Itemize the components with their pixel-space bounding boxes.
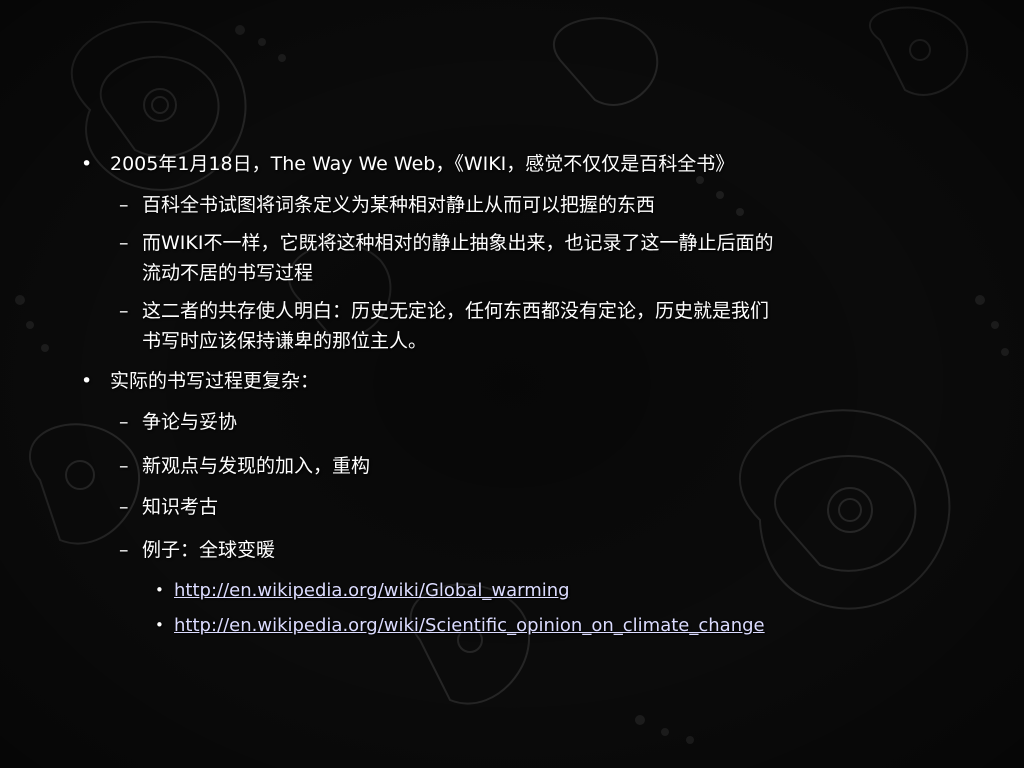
sub-item-example-global-warming: – 例子：全球变暖 bbox=[119, 535, 276, 565]
dash-marker: – bbox=[119, 411, 129, 433]
sub-item-debate: – 争论与妥协 bbox=[119, 407, 238, 437]
bullet-marker: • bbox=[81, 153, 93, 175]
sub-item-text-line1: 而WIKI不一样，它既将这种相对的静止抽象出来，也记录了这一静止后面的 bbox=[142, 232, 774, 254]
sub-item-text: 例子：全球变暖 bbox=[142, 539, 276, 561]
bullet-item-wiki-article: • 2005年1月18日，The Way We Web，《WIKI，感觉不仅仅是… bbox=[81, 149, 735, 179]
sub-item-coexistence: – 这二者的共存使人明白：历史无定论，任何东西都没有定论，历史就是我们 书写时应… bbox=[119, 296, 770, 356]
sub-item-text-line2: 流动不居的书写过程 bbox=[142, 262, 314, 284]
sub-item-encyclopedia: – 百科全书试图将词条定义为某种相对静止从而可以把握的东西 bbox=[119, 190, 656, 220]
dash-marker: – bbox=[119, 539, 129, 561]
dash-marker: – bbox=[119, 232, 129, 254]
dash-marker: – bbox=[119, 300, 129, 322]
dash-marker: – bbox=[119, 496, 129, 518]
sub-item-text-line1: 这二者的共存使人明白：历史无定论，任何东西都没有定论，历史就是我们 bbox=[142, 300, 770, 322]
link-item-climate-change: • http://en.wikipedia.org/wiki/Scientifi… bbox=[155, 610, 765, 641]
link-item-global-warming: • http://en.wikipedia.org/wiki/Global_wa… bbox=[155, 575, 570, 606]
link-global-warming[interactable]: http://en.wikipedia.org/wiki/Global_warm… bbox=[174, 580, 570, 601]
link-scientific-opinion-climate-change[interactable]: http://en.wikipedia.org/wiki/Scientific_… bbox=[174, 615, 765, 636]
slide-content: • 2005年1月18日，The Way We Web，《WIKI，感觉不仅仅是… bbox=[0, 0, 1024, 768]
sub-item-text: 争论与妥协 bbox=[142, 411, 238, 433]
sub-item-text-line2: 书写时应该保持谦卑的那位主人。 bbox=[142, 330, 428, 352]
bullet-marker: • bbox=[81, 370, 93, 392]
dash-marker: – bbox=[119, 455, 129, 477]
bullet-marker: • bbox=[155, 581, 164, 599]
sub-item-text: 知识考古 bbox=[142, 496, 219, 518]
sub-item-new-views: – 新观点与发现的加入，重构 bbox=[119, 451, 371, 481]
sub-item-knowledge-archaeology: – 知识考古 bbox=[119, 492, 219, 522]
bullet-marker: • bbox=[155, 616, 164, 634]
bullet-text: 2005年1月18日，The Way We Web，《WIKI，感觉不仅仅是百科… bbox=[110, 153, 735, 175]
bullet-item-writing-process: • 实际的书写过程更复杂： bbox=[81, 366, 320, 396]
sub-item-text: 百科全书试图将词条定义为某种相对静止从而可以把握的东西 bbox=[142, 194, 656, 216]
sub-item-text: 新观点与发现的加入，重构 bbox=[142, 455, 371, 477]
bullet-text: 实际的书写过程更复杂： bbox=[110, 370, 320, 392]
dash-marker: – bbox=[119, 194, 129, 216]
sub-item-wiki-difference: – 而WIKI不一样，它既将这种相对的静止抽象出来，也记录了这一静止后面的 流动… bbox=[119, 228, 774, 288]
